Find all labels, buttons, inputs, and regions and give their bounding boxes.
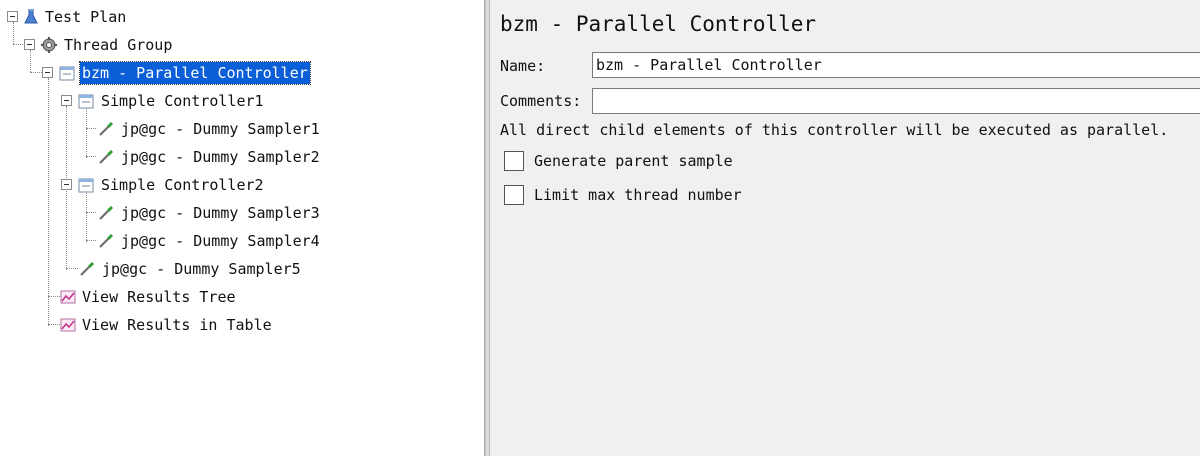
tree-node-label: jp@gc - Dummy Sampler1 [121,120,320,138]
limit-max-thread-checkbox[interactable] [504,185,524,205]
tree-node-label: jp@gc - Dummy Sampler2 [121,148,320,166]
tree-node-label: jp@gc - Dummy Sampler3 [121,204,320,222]
flask-icon [24,9,38,24]
tree-node-simple-controller-2[interactable]: Simple Controller2 [0,174,480,196]
comments-label: Comments: [500,92,582,110]
tree-node-view-results-table[interactable]: View Results in Table [0,314,480,336]
tree-node-dummy-sampler-4[interactable]: jp@gc - Dummy Sampler4 [0,230,480,252]
controller-description: All direct child elements of this contro… [500,121,1169,139]
name-label: Name: [500,57,546,75]
tree-node-label: Simple Controller2 [101,176,264,194]
tree-node-label: jp@gc - Dummy Sampler5 [102,260,301,278]
tree-node-label: jp@gc - Dummy Sampler4 [121,232,320,250]
tree-node-dummy-sampler-2[interactable]: jp@gc - Dummy Sampler2 [0,146,480,168]
generate-parent-sample-option[interactable]: Generate parent sample [504,150,733,172]
collapse-toggle[interactable] [7,11,18,22]
tree-node-dummy-sampler-1[interactable]: jp@gc - Dummy Sampler1 [0,118,480,140]
collapse-toggle[interactable] [42,67,53,78]
pipette-icon [99,121,114,136]
panel-title: bzm - Parallel Controller [500,12,817,36]
collapse-toggle[interactable] [61,179,72,190]
tree-node-dummy-sampler-5[interactable]: jp@gc - Dummy Sampler5 [0,258,480,280]
limit-max-thread-label: Limit max thread number [534,186,742,204]
controller-panel: bzm - Parallel Controller Name: Comments… [490,0,1200,456]
collapse-toggle[interactable] [61,95,72,106]
pipette-icon [99,233,114,248]
pipette-icon [99,149,114,164]
graph-icon [60,318,76,332]
tree-node-test-plan[interactable]: Test Plan [0,6,480,28]
name-input[interactable] [592,52,1200,78]
tree-node-label: View Results in Table [82,316,272,334]
generate-parent-sample-label: Generate parent sample [534,152,733,170]
controller-icon [78,94,94,109]
tree-node-thread-group[interactable]: Thread Group [0,34,480,56]
test-plan-tree[interactable]: Test Plan Thread Group bzm - Parallel Co… [0,0,485,456]
collapse-toggle[interactable] [24,39,35,50]
limit-max-thread-option[interactable]: Limit max thread number [504,184,742,206]
tree-node-simple-controller-1[interactable]: Simple Controller1 [0,90,480,112]
tree-node-label: Thread Group [64,36,173,54]
tree-node-view-results-tree[interactable]: View Results Tree [0,286,480,308]
tree-node-label: Simple Controller1 [101,92,264,110]
tree-node-label: bzm - Parallel Controller [79,61,311,85]
gear-icon [41,37,57,53]
comments-input[interactable] [592,88,1200,114]
generate-parent-sample-checkbox[interactable] [504,151,524,171]
controller-icon [78,178,94,193]
tree-node-label: View Results Tree [82,288,236,306]
pipette-icon [99,205,114,220]
tree-node-parallel-controller[interactable]: bzm - Parallel Controller [0,61,480,85]
pipette-icon [80,261,95,276]
tree-node-label: Test Plan [45,8,127,26]
graph-icon [60,290,76,304]
controller-icon [59,66,75,81]
tree-node-dummy-sampler-3[interactable]: jp@gc - Dummy Sampler3 [0,202,480,224]
